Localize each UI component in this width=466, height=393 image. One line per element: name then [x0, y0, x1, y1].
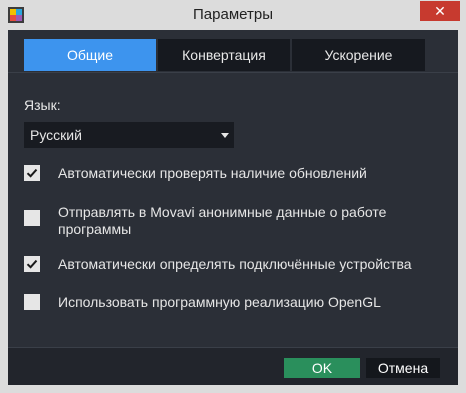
option-detect-devices-label: Автоматически определять подключённые ус… [58, 256, 412, 272]
close-icon: ✕ [434, 3, 446, 19]
language-label: Язык: [24, 97, 61, 113]
footer-divider [8, 347, 458, 348]
option-send-anonymous-data-label: Отправлять в Movavi анонимные данные о р… [58, 204, 386, 238]
checkmark-icon [26, 168, 38, 178]
checkbox-software-opengl[interactable] [24, 294, 40, 310]
checkbox-detect-devices[interactable] [24, 256, 40, 272]
checkbox-send-anonymous-data[interactable] [24, 210, 40, 226]
language-selected-value: Русский [30, 127, 82, 143]
dialog-body: Общие Конвертация Ускорение Язык: Русски… [8, 30, 458, 385]
cancel-button[interactable]: Отмена [366, 358, 440, 378]
ok-button[interactable]: OK [284, 358, 360, 378]
chevron-down-icon [221, 133, 229, 138]
option-send-anonymous-data-line2: программы [58, 221, 132, 237]
option-send-anonymous-data-line1: Отправлять в Movavi анонимные данные о р… [58, 204, 387, 220]
settings-window: Параметры ✕ Общие Конвертация Ускорение … [0, 0, 466, 393]
title-bar[interactable]: Параметры ✕ [0, 0, 466, 30]
tab-acceleration[interactable]: Ускорение [292, 39, 425, 71]
tab-general[interactable]: Общие [24, 39, 156, 71]
option-check-updates-label: Автоматически проверять наличие обновлен… [58, 165, 367, 181]
window-title: Параметры [193, 6, 273, 23]
tab-conversion[interactable]: Конвертация [158, 39, 290, 71]
option-software-opengl-label: Использовать программную реализацию Open… [58, 294, 381, 310]
checkbox-check-updates[interactable] [24, 165, 40, 181]
language-select[interactable]: Русский [24, 122, 234, 148]
tab-bar: Общие Конвертация Ускорение [8, 30, 458, 72]
tab-divider [8, 72, 458, 73]
checkmark-icon [26, 259, 38, 269]
close-button[interactable]: ✕ [420, 1, 460, 21]
